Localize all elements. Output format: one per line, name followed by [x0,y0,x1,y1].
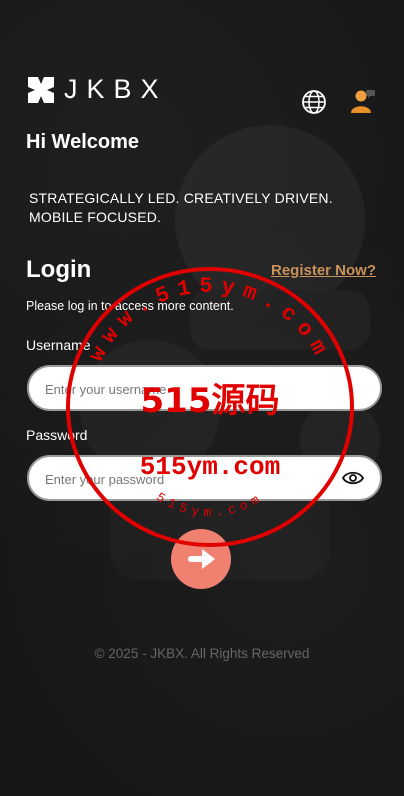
username-input[interactable] [43,367,347,411]
login-subtext: Please log in to access more content. [26,299,234,313]
username-label: Username [26,337,91,353]
username-field-container [27,365,382,411]
password-field-container [27,455,382,501]
brand-name: JKBX [64,74,168,104]
password-input[interactable] [43,457,347,501]
login-title: Login [26,256,92,283]
logo-mark-icon [28,76,54,103]
logo: JKBX [28,74,168,105]
background-figure [80,125,380,580]
tagline: STRATEGICALLY LED. CREATIVELY DRIVEN. MO… [29,189,333,227]
login-submit-button[interactable] [171,529,231,589]
arrow-right-icon [188,549,215,569]
register-link[interactable]: Register Now? [271,262,376,279]
tagline-line-2: MOBILE FOCUSED. [29,209,162,225]
header: JKBX [0,0,404,130]
password-label: Password [26,427,88,443]
eye-icon[interactable] [342,469,364,487]
globe-icon[interactable] [301,89,327,115]
user-avatar-icon[interactable] [350,88,376,114]
footer-copyright: © 2025 - JKBX. All Rights Reserved [94,646,310,661]
tagline-line-1: STRATEGICALLY LED. CREATIVELY DRIVEN. [29,190,333,206]
welcome-title: Hi Welcome [26,131,139,153]
